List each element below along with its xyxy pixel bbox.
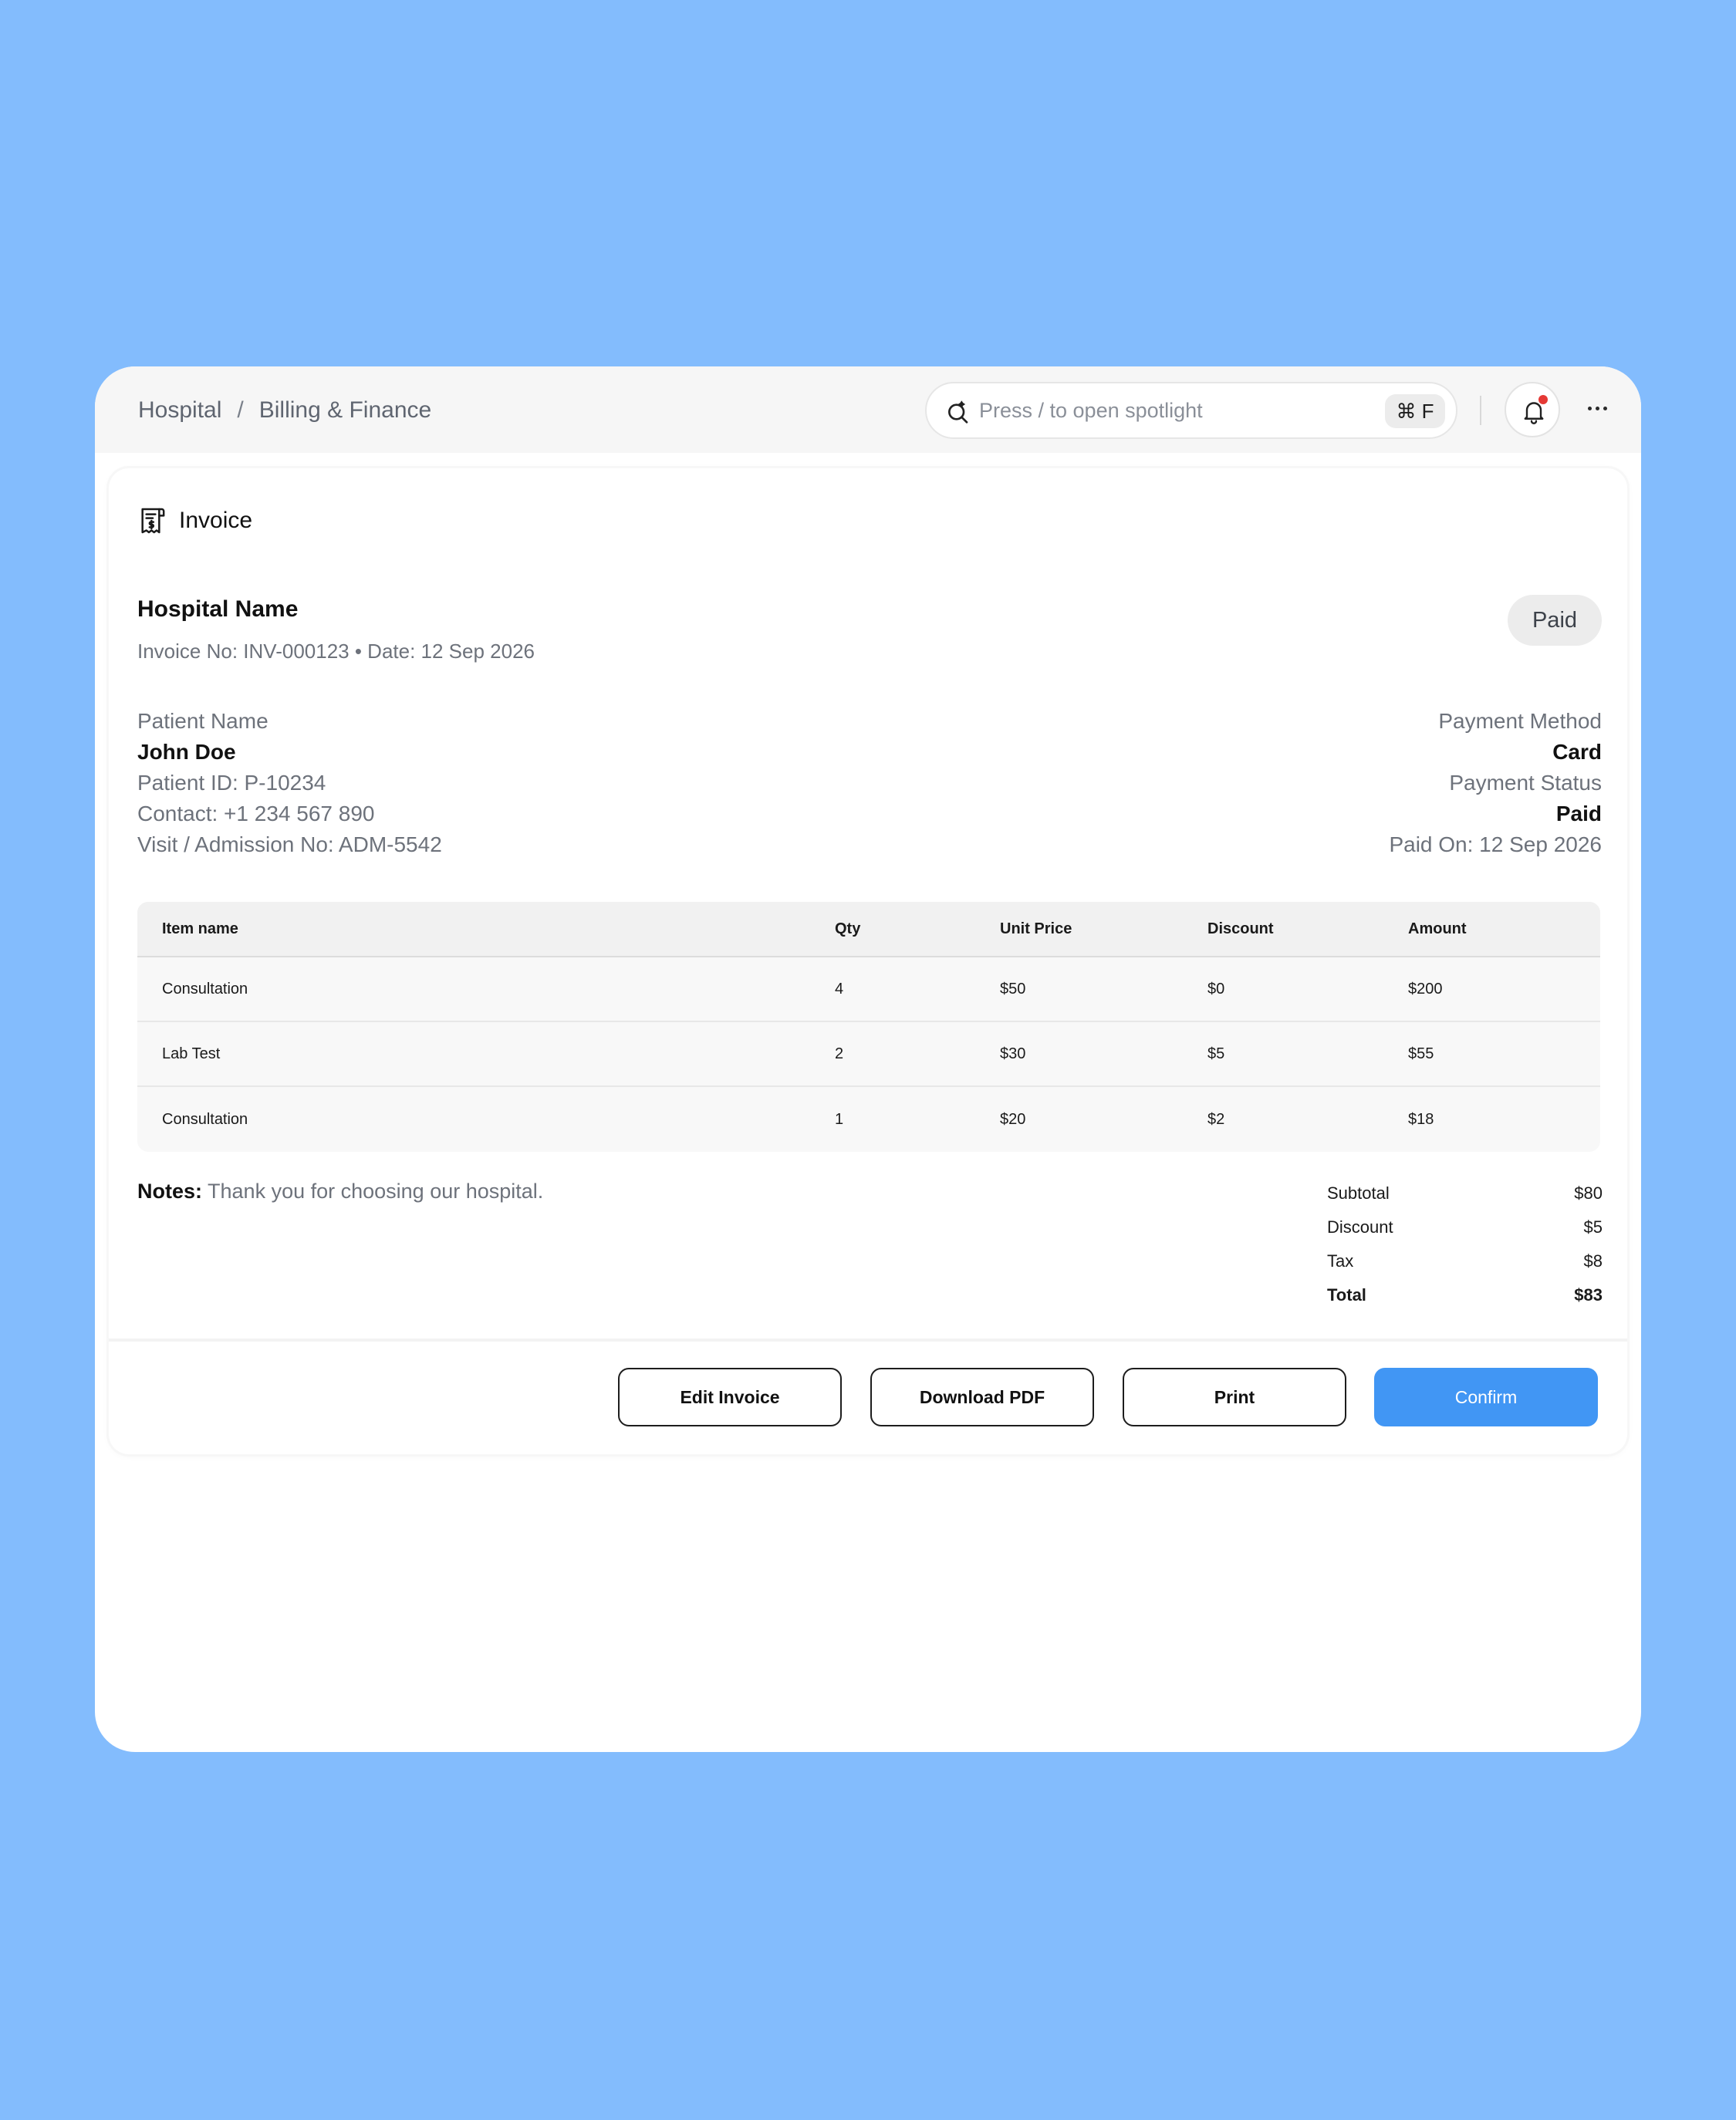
cell-qty: 2: [835, 1045, 844, 1062]
invoice-meta: Invoice No: INV-000123 • Date: 12 Sep 20…: [137, 640, 535, 663]
patient-info: Patient Name John Doe Patient ID: P-1023…: [137, 706, 442, 860]
table-row: Lab Test 2 $30 $5 $55: [137, 1022, 1600, 1087]
confirm-button[interactable]: Confirm: [1374, 1368, 1598, 1426]
cell-item-name: Lab Test: [162, 1045, 221, 1062]
download-pdf-button[interactable]: Download PDF: [870, 1368, 1094, 1426]
cell-unit-price: $30: [1000, 1045, 1026, 1062]
patient-name-label: Patient Name: [137, 709, 269, 733]
invoice-items-table: Item name Qty Unit Price Discount Amount…: [137, 902, 1600, 1152]
cell-unit-price: $20: [1000, 1110, 1026, 1128]
cell-discount: $0: [1207, 980, 1225, 998]
dot-icon: [1587, 406, 1592, 410]
patient-contact: Contact: +1 234 567 890: [137, 802, 375, 825]
cell-item-name: Consultation: [162, 1110, 248, 1128]
cell-amount: $55: [1408, 1045, 1434, 1062]
top-bar: Hospital / Billing & Finance Press / to …: [95, 366, 1641, 453]
subtotal-value: $80: [1574, 1183, 1603, 1203]
column-header-item-name: Item name: [162, 920, 238, 937]
payment-status-label: Payment Status: [1449, 771, 1602, 795]
breadcrumb-item-hospital[interactable]: Hospital: [138, 397, 221, 424]
total-label: Total: [1327, 1285, 1366, 1305]
action-bar: Edit Invoice Download PDF Print Confirm: [109, 1339, 1627, 1454]
hospital-name: Hospital Name: [137, 596, 299, 622]
patient-name: John Doe: [137, 740, 236, 764]
table-row: Consultation 1 $20 $2 $18: [137, 1087, 1600, 1152]
cell-unit-price: $50: [1000, 980, 1026, 998]
invoice-notes: Notes: Thank you for choosing our hospit…: [137, 1180, 543, 1203]
tax-label: Tax: [1327, 1251, 1354, 1271]
payment-status: Paid: [1555, 802, 1602, 825]
column-header-unit-price: Unit Price: [1000, 920, 1072, 937]
payment-method: Card: [1552, 740, 1602, 764]
total-row: Total $83: [1327, 1278, 1603, 1312]
app-window: Hospital / Billing & Finance Press / to …: [95, 366, 1641, 1752]
discount-value: $5: [1583, 1217, 1603, 1237]
paid-on-date: Paid On: 12 Sep 2026: [1389, 832, 1602, 856]
breadcrumb: Hospital / Billing & Finance: [138, 397, 431, 424]
invoice-header: Invoice: [137, 505, 252, 536]
discount-row: Discount $5: [1327, 1210, 1603, 1244]
table-row: Consultation 4 $50 $0 $200: [137, 957, 1600, 1022]
cell-qty: 4: [835, 980, 844, 998]
subtotal-row: Subtotal $80: [1327, 1176, 1603, 1210]
subtotal-label: Subtotal: [1327, 1183, 1390, 1203]
cell-item-name: Consultation: [162, 980, 248, 998]
invoice-title: Invoice: [179, 508, 253, 533]
column-header-discount: Discount: [1207, 920, 1274, 937]
totals-summary: Subtotal $80 Discount $5 Tax $8 Total $8…: [1327, 1176, 1603, 1312]
cell-amount: $18: [1408, 1110, 1434, 1128]
notifications-button[interactable]: [1505, 382, 1560, 437]
spotlight-search-input[interactable]: Press / to open spotlight ⌘ F: [925, 382, 1457, 439]
payment-method-label: Payment Method: [1438, 709, 1602, 733]
cell-discount: $2: [1207, 1110, 1225, 1128]
column-header-qty: Qty: [835, 920, 861, 937]
dot-icon: [1595, 406, 1599, 410]
print-button[interactable]: Print: [1123, 1368, 1346, 1426]
shortcut-badge: ⌘ F: [1385, 394, 1445, 428]
table-header-row: Item name Qty Unit Price Discount Amount: [137, 902, 1600, 957]
edit-invoice-button[interactable]: Edit Invoice: [618, 1368, 842, 1426]
search-icon: [948, 400, 968, 424]
tax-row: Tax $8: [1327, 1244, 1603, 1278]
payment-info: Payment Method Card Payment Status Paid …: [1389, 706, 1602, 860]
more-options-button[interactable]: [1580, 391, 1614, 425]
cell-discount: $5: [1207, 1045, 1225, 1062]
breadcrumb-item-billing-finance[interactable]: Billing & Finance: [259, 397, 431, 424]
discount-label: Discount: [1327, 1217, 1393, 1237]
invoice-card: Invoice Hospital Name Invoice No: INV-00…: [109, 468, 1627, 1454]
cell-qty: 1: [835, 1110, 844, 1128]
total-value: $83: [1574, 1285, 1603, 1305]
cell-amount: $200: [1408, 980, 1443, 998]
breadcrumb-separator: /: [237, 397, 244, 423]
patient-id: Patient ID: P-10234: [137, 771, 326, 795]
search-placeholder: Press / to open spotlight: [979, 399, 1203, 422]
visit-number: Visit / Admission No: ADM-5542: [137, 832, 442, 856]
tax-value: $8: [1583, 1251, 1603, 1271]
receipt-icon: [141, 508, 165, 534]
divider: [1480, 396, 1481, 425]
column-header-amount: Amount: [1408, 920, 1467, 937]
notes-label: Notes:: [137, 1180, 203, 1203]
dot-icon: [1603, 406, 1607, 410]
notes-text: Thank you for choosing our hospital.: [208, 1180, 544, 1203]
status-badge: Paid: [1508, 595, 1602, 646]
notification-dot: [1538, 395, 1548, 404]
